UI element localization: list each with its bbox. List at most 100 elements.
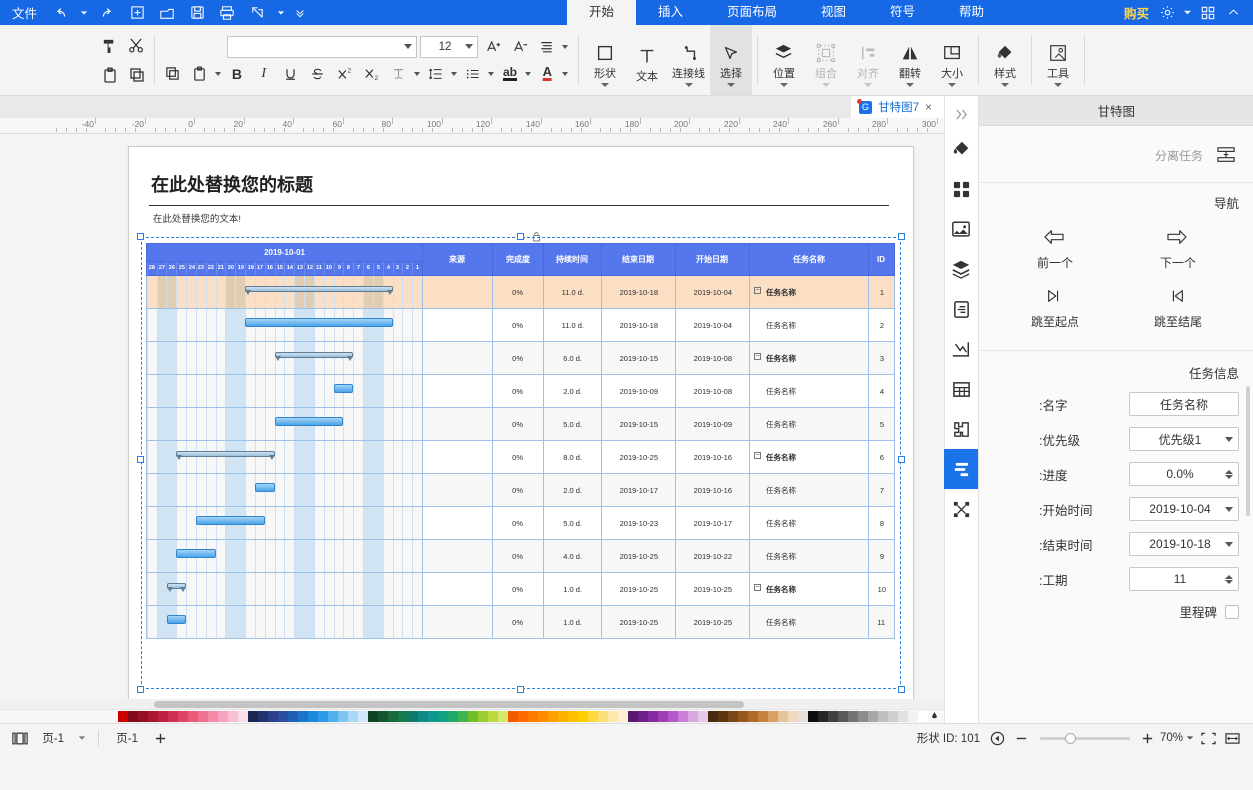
gantt-bar[interactable] <box>274 417 344 426</box>
progress-stepper[interactable]: 0.0% <box>1129 462 1239 486</box>
resize-handle-tr[interactable] <box>137 233 144 240</box>
rail-item-document[interactable] <box>945 289 979 329</box>
palette-swatch[interactable] <box>528 711 538 722</box>
flip-dropdown-icon[interactable] <box>906 82 914 87</box>
paragraph-align-icon[interactable] <box>535 36 559 58</box>
color-palette-strip[interactable] <box>0 709 944 723</box>
font-size-select[interactable]: 12 <box>420 35 478 58</box>
palette-swatch[interactable] <box>248 711 258 722</box>
document-tab[interactable]: × 甘特图7 G <box>851 96 944 118</box>
palette-swatch[interactable] <box>558 711 568 722</box>
save-icon[interactable] <box>183 2 211 24</box>
cell-task-name[interactable]: 任务名称 <box>749 308 869 342</box>
undo-icon[interactable] <box>93 2 121 24</box>
palette-swatch[interactable] <box>188 711 198 722</box>
palette-swatch[interactable] <box>298 711 308 722</box>
task-name-input[interactable]: 任务名称 <box>1129 392 1239 416</box>
palette-swatch[interactable] <box>398 711 408 722</box>
jump-end-button[interactable]: 跳至结尾 <box>1116 285 1239 330</box>
font-color-dropdown-icon[interactable] <box>562 71 568 76</box>
copy-icon[interactable] <box>161 63 185 85</box>
palette-swatch[interactable] <box>328 711 338 722</box>
next-task-button[interactable]: 前一个 <box>993 226 1116 271</box>
tab-home[interactable]: 开始 <box>566 0 636 25</box>
strikethrough-icon[interactable] <box>306 63 330 85</box>
connector-dropdown-icon[interactable] <box>685 82 693 87</box>
style-button[interactable]: 样式 <box>984 25 1026 95</box>
expand-collapse-icon[interactable]: – <box>754 287 761 294</box>
text-highlight-dropdown-icon[interactable] <box>525 71 531 76</box>
palette-swatch[interactable] <box>338 711 348 722</box>
resize-handle-tl[interactable] <box>898 233 905 240</box>
gantt-bar[interactable] <box>245 286 393 292</box>
palette-swatch[interactable] <box>588 711 598 722</box>
gantt-bar[interactable] <box>274 352 354 358</box>
tab-view[interactable]: 视图 <box>799 0 868 25</box>
page-dropdown-icon[interactable] <box>74 728 90 748</box>
copy-duplicate-icon[interactable] <box>125 64 149 86</box>
export-dropdown-icon[interactable] <box>273 2 289 24</box>
palette-swatch[interactable] <box>848 711 858 722</box>
more-chevron-icon[interactable] <box>291 2 309 24</box>
cell-task-name[interactable]: 任务名称 <box>749 374 869 408</box>
print-icon[interactable] <box>213 2 241 24</box>
palette-swatch[interactable] <box>268 711 278 722</box>
select-button[interactable]: 选择 <box>710 25 752 95</box>
palette-swatch[interactable] <box>458 711 468 722</box>
resize-handle-bl[interactable] <box>898 686 905 693</box>
grow-font-icon[interactable] <box>481 36 505 58</box>
rail-item-image[interactable] <box>945 209 979 249</box>
apps-grid-icon[interactable] <box>1195 2 1221 24</box>
cell-timeline[interactable] <box>146 374 423 408</box>
palette-swatch[interactable] <box>698 711 708 722</box>
palette-swatch[interactable] <box>798 711 808 722</box>
palette-swatch[interactable] <box>878 711 888 722</box>
group-dropdown-icon[interactable] <box>822 82 830 87</box>
paste-icon[interactable] <box>188 63 212 85</box>
select-dropdown-icon[interactable] <box>727 82 735 87</box>
palette-swatch[interactable] <box>658 711 668 722</box>
file-menu-button[interactable]: 文件 <box>4 3 45 22</box>
horizontal-scroll-thumb[interactable] <box>154 701 744 708</box>
palette-swatch[interactable] <box>748 711 758 722</box>
rail-item-symbols[interactable] <box>945 409 979 449</box>
resize-handle-mr[interactable] <box>137 456 144 463</box>
cell-task-name[interactable]: 任务名称 <box>749 539 869 573</box>
palette-swatch[interactable] <box>868 711 878 722</box>
cell-task-name[interactable]: 任务名称 <box>749 473 869 507</box>
palette-swatch[interactable] <box>788 711 798 722</box>
close-x-icon[interactable]: × <box>925 100 932 114</box>
clear-format-dropdown-icon[interactable] <box>414 71 420 76</box>
palette-swatch[interactable] <box>648 711 658 722</box>
palette-swatch[interactable] <box>638 711 648 722</box>
rail-item-table[interactable] <box>945 369 979 409</box>
paste-dropdown-icon[interactable] <box>215 71 221 76</box>
palette-swatch[interactable] <box>348 711 358 722</box>
fit-page-icon[interactable] <box>1197 728 1221 748</box>
cell-timeline[interactable] <box>146 341 423 375</box>
progress-spinner-icon[interactable] <box>1225 469 1233 479</box>
palette-swatch[interactable] <box>408 711 418 722</box>
rail-item-flowchart[interactable] <box>945 489 979 529</box>
zoom-slider-knob[interactable] <box>1064 732 1076 744</box>
collapse-chevrons-icon[interactable] <box>954 99 969 129</box>
duration-spinner-icon[interactable] <box>1225 574 1233 584</box>
zoom-slider[interactable] <box>1039 732 1130 744</box>
document-page[interactable]: 在此处替换您的标题 在此处替换您的文本! ID 任务名称 开始日期 结束日期 持… <box>128 146 914 699</box>
cell-timeline[interactable] <box>146 308 423 342</box>
cell-timeline[interactable] <box>146 440 423 474</box>
position-dropdown-icon[interactable] <box>780 82 788 87</box>
palette-swatch[interactable] <box>538 711 548 722</box>
paste-clipboard-icon[interactable] <box>98 64 122 86</box>
eyedropper-icon[interactable] <box>928 711 942 722</box>
zoom-in-button[interactable] <box>1136 728 1160 748</box>
text-button[interactable]: 文本 <box>626 25 668 95</box>
page-subtitle[interactable]: 在此处替换您的文本! <box>153 211 241 225</box>
resize-handle-bc[interactable] <box>517 686 524 693</box>
resize-handle-ml[interactable] <box>898 456 905 463</box>
page-view-icon[interactable] <box>8 728 32 748</box>
palette-swatch[interactable] <box>808 711 818 722</box>
rail-item-gantt[interactable] <box>944 449 979 489</box>
palette-swatch[interactable] <box>228 711 238 722</box>
gantt-bar[interactable] <box>176 549 216 558</box>
